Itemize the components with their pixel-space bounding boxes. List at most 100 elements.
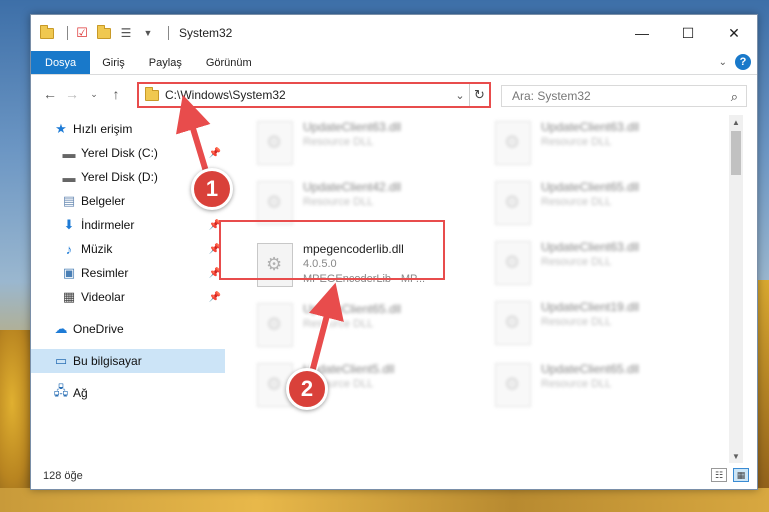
minimize-button[interactable]: — bbox=[619, 15, 665, 51]
sidebar-item-label: Yerel Disk (D:) bbox=[81, 170, 158, 184]
sidebar-item-downloads[interactable]: ⬇ İndirmeler 📌 bbox=[31, 213, 225, 237]
ribbon-right-controls: ⌄ ? bbox=[719, 54, 751, 70]
address-path[interactable]: C:\Windows\System32 bbox=[165, 88, 451, 102]
sidebar-item-label: Yerel Disk (C:) bbox=[81, 146, 158, 160]
chevron-down-icon[interactable]: ⌄ bbox=[451, 89, 469, 102]
scroll-up-icon[interactable]: ▲ bbox=[729, 115, 743, 129]
file-description: Resource DLL bbox=[303, 196, 374, 208]
forward-arrow-icon[interactable]: → bbox=[61, 83, 83, 105]
window-title: System32 bbox=[179, 26, 233, 40]
refresh-icon[interactable]: ↻ bbox=[469, 84, 489, 106]
search-input[interactable]: Ara: System32 ⌕ bbox=[501, 85, 747, 107]
sidebar-item-this-pc[interactable]: ▭ Bu bilgisayar bbox=[31, 349, 225, 373]
help-icon[interactable]: ? bbox=[735, 54, 751, 70]
tab-file[interactable]: Dosya bbox=[31, 51, 91, 74]
network-icon: 🖧 bbox=[53, 383, 69, 398]
sidebar-item-label: İndirmeler bbox=[81, 218, 135, 232]
tab-view[interactable]: Görünüm bbox=[194, 51, 264, 74]
folder-icon bbox=[39, 24, 55, 41]
sidebar-item-pictures[interactable]: ▣ Resimler 📌 bbox=[31, 261, 225, 285]
file-item[interactable]: UpdateClient65.dll Resource DLL bbox=[489, 357, 711, 413]
back-arrow-icon[interactable]: ← bbox=[39, 83, 61, 105]
sidebar-item-label: Belgeler bbox=[81, 194, 126, 208]
file-item[interactable]: UpdateClient19.dll Resource DLL bbox=[489, 295, 711, 351]
main-area: ★ Hızlı erişim ▬ Yerel Disk (C:) 📌 ▬ Yer… bbox=[31, 115, 757, 463]
dll-file-icon bbox=[495, 301, 531, 345]
pin-icon[interactable]: 📌 bbox=[209, 148, 221, 159]
file-name: UpdateClient63.dll bbox=[541, 240, 640, 254]
search-placeholder: Ara: System32 bbox=[512, 89, 591, 103]
address-row: ← → ⌄ ↑ C:\Windows\System32 ⌄ ↻ Ara: Sys… bbox=[31, 75, 757, 113]
file-item[interactable]: UpdateClient65.dll Resource DLL bbox=[251, 297, 473, 353]
download-icon: ⬇ bbox=[63, 217, 75, 232]
sidebar-item-videos[interactable]: ▦ Videolar 📌 bbox=[31, 285, 225, 309]
sidebar-item-network[interactable]: 🖧 Ağ bbox=[31, 381, 225, 405]
onedrive-icon: ☁ bbox=[54, 321, 68, 336]
vertical-scrollbar[interactable]: ▲ ▼ bbox=[729, 115, 743, 463]
file-item[interactable]: UpdateClient63.dll Resource DLL bbox=[489, 235, 711, 291]
drive-icon: ▬ bbox=[62, 145, 76, 161]
file-list: UpdateClient63.dll Resource DLL UpdateCli… bbox=[231, 115, 743, 463]
ribbon-tabs: Dosya Giriş Paylaş Görünüm ⌄ ? bbox=[31, 51, 757, 75]
scroll-thumb[interactable] bbox=[731, 131, 741, 175]
tab-home[interactable]: Giriş bbox=[90, 51, 137, 74]
maximize-button[interactable]: ☐ bbox=[665, 15, 711, 51]
file-name: UpdateClient42.dll bbox=[303, 180, 402, 194]
search-icon[interactable]: ⌕ bbox=[731, 89, 738, 105]
step-badge-2: 2 bbox=[286, 368, 328, 410]
file-item[interactable]: UpdateClient63.dll Resource DLL bbox=[489, 115, 711, 171]
customize-toolbar-icon[interactable]: ☰ bbox=[118, 25, 134, 41]
documents-icon: ▤ bbox=[62, 193, 76, 208]
computer-icon: ▭ bbox=[54, 353, 68, 368]
star-icon: ★ bbox=[55, 121, 67, 136]
chevron-down-icon[interactable]: ▼ bbox=[140, 25, 156, 41]
dll-file-icon bbox=[257, 303, 293, 347]
properties-icon[interactable]: ☑ bbox=[74, 25, 90, 41]
up-arrow-icon[interactable]: ↑ bbox=[105, 83, 127, 105]
background-ground bbox=[0, 488, 769, 512]
file-item[interactable]: UpdateClient63.dll Resource DLL bbox=[251, 115, 473, 171]
tiles-view-icon[interactable]: ▦ bbox=[733, 468, 749, 482]
file-name: UpdateClient19.dll bbox=[541, 300, 640, 314]
sidebar-item-music[interactable]: ♪ Müzik 📌 bbox=[31, 237, 225, 261]
file-description: Resource DLL bbox=[541, 378, 612, 390]
scroll-down-icon[interactable]: ▼ bbox=[729, 449, 743, 463]
step-badge-1: 1 bbox=[191, 168, 233, 210]
file-description: Resource DLL bbox=[541, 136, 612, 148]
file-name: UpdateClient63.dll bbox=[303, 120, 402, 134]
file-item[interactable]: UpdateClient5.dllResource DLL bbox=[251, 357, 473, 413]
music-icon: ♪ bbox=[65, 241, 73, 257]
sidebar-item-quick-access[interactable]: ★ Hızlı erişim bbox=[31, 117, 225, 141]
recent-locations-icon[interactable]: ⌄ bbox=[83, 83, 105, 105]
folder-icon bbox=[145, 86, 159, 101]
dll-file-icon bbox=[495, 121, 531, 165]
close-button[interactable]: ✕ bbox=[711, 15, 757, 51]
sidebar-item-label: Bu bilgisayar bbox=[73, 354, 142, 368]
new-folder-icon[interactable] bbox=[96, 24, 112, 41]
sidebar-item-local-disk-c[interactable]: ▬ Yerel Disk (C:) 📌 bbox=[31, 141, 225, 165]
dll-file-icon bbox=[495, 363, 531, 407]
dll-file-icon bbox=[495, 241, 531, 285]
file-item[interactable]: UpdateClient65.dll Resource DLL bbox=[489, 175, 711, 231]
file-description: Resource DLL bbox=[303, 318, 374, 330]
file-highlight-box bbox=[219, 220, 445, 280]
expand-ribbon-icon[interactable]: ⌄ bbox=[719, 57, 727, 68]
sidebar-item-label: Ağ bbox=[73, 386, 88, 400]
address-bar[interactable]: C:\Windows\System32 ⌄ ↻ bbox=[137, 82, 491, 108]
file-name: UpdateClient65.dll bbox=[541, 362, 640, 376]
drive-icon: ▬ bbox=[62, 169, 76, 185]
sidebar-item-label: Hızlı erişim bbox=[73, 122, 133, 136]
view-buttons: ☷ ▦ bbox=[711, 468, 749, 482]
file-description: Resource DLL bbox=[541, 256, 612, 268]
item-count: 128 öğe bbox=[43, 470, 83, 482]
dll-file-icon bbox=[495, 181, 531, 225]
sidebar-item-onedrive[interactable]: ☁ OneDrive bbox=[31, 317, 225, 341]
pin-icon[interactable]: 📌 bbox=[209, 292, 221, 303]
file-name: UpdateClient65.dll bbox=[303, 302, 402, 316]
file-name: UpdateClient63.dll bbox=[541, 120, 640, 134]
file-description: Resource DLL bbox=[541, 316, 612, 328]
dll-file-icon bbox=[257, 121, 293, 165]
details-view-icon[interactable]: ☷ bbox=[711, 468, 727, 482]
tab-share[interactable]: Paylaş bbox=[137, 51, 194, 74]
sidebar-item-label: Müzik bbox=[81, 242, 113, 256]
